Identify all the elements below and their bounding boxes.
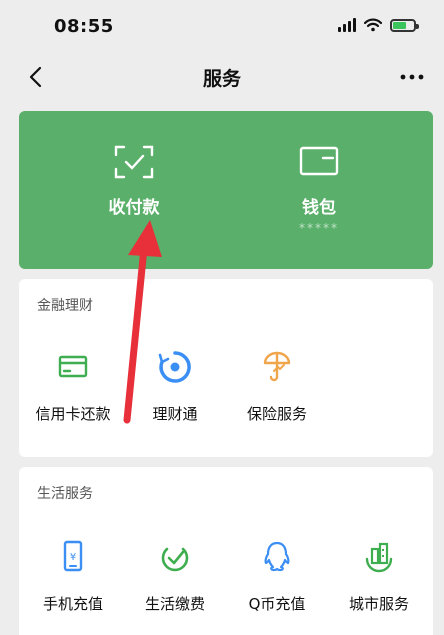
utility-payment-icon <box>161 547 189 572</box>
phone-recharge-button[interactable]: ¥ 手机充值 <box>23 539 123 614</box>
nav-bar: 服务 <box>0 54 444 100</box>
credit-card-repay-label: 信用卡还款 <box>35 405 111 423</box>
life-section: 生活服务 ¥ 手机充值 生活缴费 Q币充值 城市服务 <box>19 467 433 635</box>
page-title: 服务 <box>202 68 241 90</box>
credit-card-icon <box>58 355 88 378</box>
pay-collect-label: 收付款 <box>108 198 160 218</box>
battery-icon <box>390 18 419 32</box>
status-bar: 08:55 <box>0 0 444 54</box>
pay-card: 收付款 钱包 ***** <box>19 111 433 269</box>
signal-icon <box>338 18 356 32</box>
utility-payment-label: 生活缴费 <box>144 595 205 613</box>
wallet-button[interactable]: 钱包 ***** <box>229 111 409 269</box>
city-service-button[interactable]: 城市服务 <box>329 539 429 614</box>
insurance-label: 保险服务 <box>246 405 307 423</box>
status-time: 08:55 <box>54 16 114 37</box>
status-icons <box>338 18 419 32</box>
credit-card-repay-button[interactable]: 信用卡还款 <box>23 349 123 424</box>
city-service-label: 城市服务 <box>348 595 409 613</box>
wallet-balance-masked: ***** <box>299 221 339 235</box>
wallet-icon <box>299 146 339 176</box>
qq-coin-label: Q币充值 <box>248 595 306 613</box>
wealth-label: 理财通 <box>152 405 198 423</box>
section-title-life: 生活服务 <box>37 486 93 502</box>
utility-payment-button[interactable]: 生活缴费 <box>125 539 225 614</box>
scan-pay-icon <box>114 145 154 179</box>
more-icon[interactable] <box>398 68 426 86</box>
section-title-finance: 金融理财 <box>37 298 93 314</box>
wifi-icon <box>364 18 382 32</box>
insurance-button[interactable]: 保险服务 <box>227 349 327 424</box>
finance-section: 金融理财 信用卡还款 理财通 保险服务 <box>19 279 433 457</box>
wallet-label: 钱包 <box>302 198 336 218</box>
qq-coin-icon <box>264 541 290 572</box>
phone-recharge-icon: ¥ <box>63 540 83 572</box>
qq-coin-button[interactable]: Q币充值 <box>227 539 327 614</box>
wealth-button[interactable]: 理财通 <box>125 349 225 424</box>
wealth-icon <box>158 351 191 383</box>
pay-collect-button[interactable]: 收付款 <box>44 111 224 269</box>
svg-text:¥: ¥ <box>70 552 76 563</box>
insurance-icon <box>263 351 291 382</box>
city-service-icon <box>365 542 393 573</box>
phone-recharge-label: 手机充值 <box>42 595 103 613</box>
